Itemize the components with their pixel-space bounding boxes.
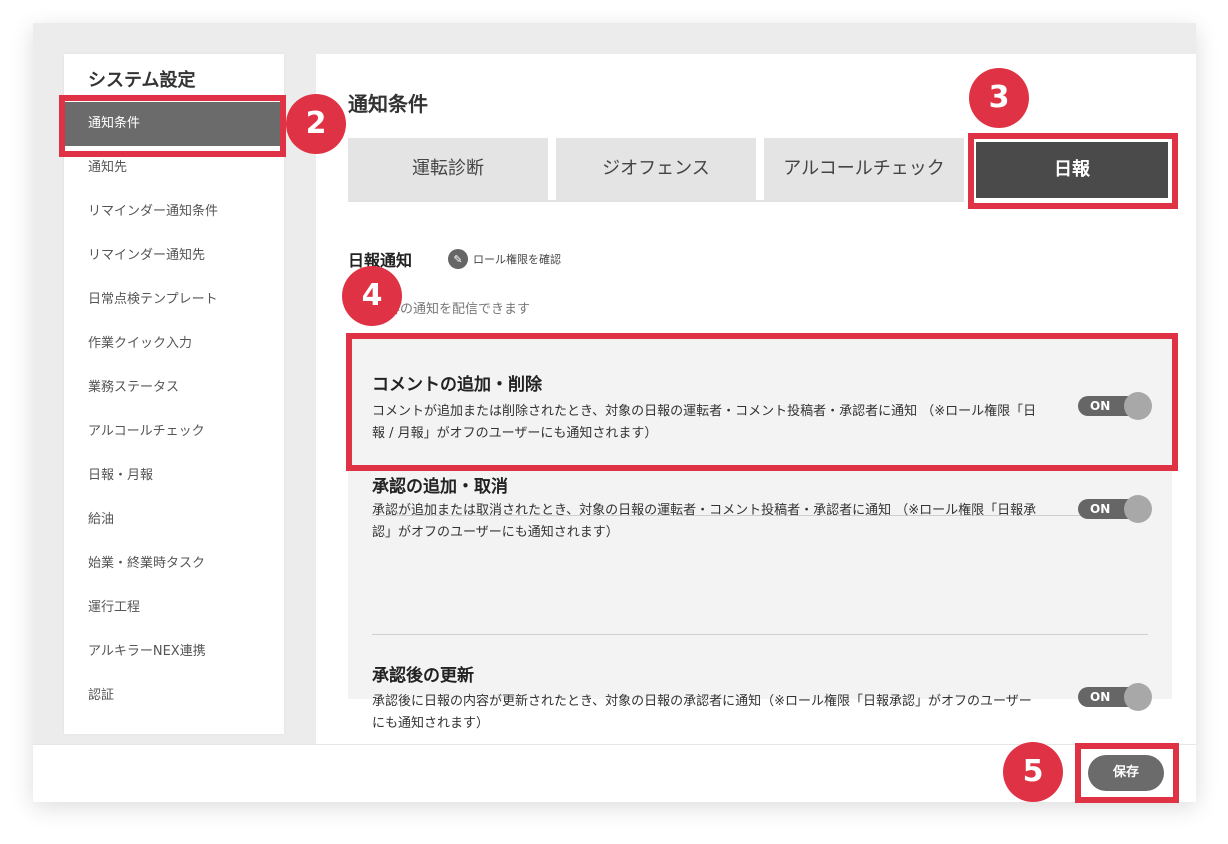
save-button[interactable]: 保存	[1088, 755, 1164, 791]
role-permission-link[interactable]: ✎ ロール権限を確認	[448, 249, 561, 269]
step-badge-4: 4	[342, 266, 402, 326]
setting-row: コメントの追加・削除 コメントが追加または削除されたとき、対象の日報の運転者・コ…	[372, 337, 1152, 467]
tab-divider	[348, 200, 964, 202]
sidebar: システム設定 通知条件 通知先 リマインダー通知条件 リマインダー通知先 日常点…	[64, 54, 284, 734]
role-permission-label: ロール権限を確認	[473, 253, 561, 266]
sidebar-item-alcohol-check[interactable]: アルコールチェック	[64, 410, 284, 454]
sidebar-item-start-end-tasks[interactable]: 始業・終業時タスク	[64, 542, 284, 586]
tab-driving-diagnosis[interactable]: 運転診断	[348, 138, 548, 200]
step-badge-5: 5	[1003, 742, 1063, 802]
setting-title: コメントの追加・削除	[372, 375, 542, 395]
step-badge-3: 3	[969, 68, 1029, 128]
sidebar-item-alkiller-nex[interactable]: アルキラーNEX連携	[64, 630, 284, 674]
sidebar-item-daily-monthly-report[interactable]: 日報・月報	[64, 454, 284, 498]
sidebar-item-refueling[interactable]: 給油	[64, 498, 284, 542]
toggle-knob	[1124, 392, 1152, 420]
sidebar-item-quick-work-input[interactable]: 作業クイック入力	[64, 322, 284, 366]
toggle-knob	[1124, 683, 1152, 711]
setting-description: 承認が追加または取消されたとき、対象の日報の運転者・コメント投稿者・承認者に通知…	[372, 503, 1037, 540]
setting-row: 承認後の更新 承認後に日報の内容が更新されたとき、対象の日報の承認者に通知（※ロ…	[372, 587, 1152, 731]
pencil-icon: ✎	[448, 249, 468, 269]
tab-geofence[interactable]: ジオフェンス	[556, 138, 756, 200]
setting-description: 承認後に日報の内容が更新されたとき、対象の日報の承認者に通知（※ロール権限「日報…	[372, 694, 1032, 731]
setting-title: 承認後の更新	[372, 666, 474, 686]
sidebar-item-notification-conditions[interactable]: 通知条件	[64, 102, 284, 146]
sidebar-item-reminder-recipients[interactable]: リマインダー通知先	[64, 234, 284, 278]
post-approval-update-toggle[interactable]: ON	[1078, 683, 1152, 711]
comment-notification-toggle[interactable]: ON	[1078, 392, 1152, 420]
main-panel: 通知条件 運転診断 ジオフェンス アルコールチェック 日報 日報通知 ✎ ロール…	[316, 54, 1196, 744]
sidebar-item-notification-recipients[interactable]: 通知先	[64, 146, 284, 190]
sidebar-item-operation-process[interactable]: 運行工程	[64, 586, 284, 630]
toggle-label: ON	[1090, 502, 1111, 516]
sidebar-item-work-status[interactable]: 業務ステータス	[64, 366, 284, 410]
sidebar-item-authentication[interactable]: 認証	[64, 674, 284, 718]
toggle-knob	[1124, 495, 1152, 523]
tab-alcohol-check[interactable]: アルコールチェック	[764, 138, 964, 200]
toggle-label: ON	[1090, 399, 1111, 413]
sidebar-item-reminder-conditions[interactable]: リマインダー通知条件	[64, 190, 284, 234]
toggle-label: ON	[1090, 690, 1111, 704]
page-title: 通知条件	[348, 92, 428, 116]
approval-notification-toggle[interactable]: ON	[1078, 495, 1152, 523]
setting-title: 承認の追加・取消	[372, 477, 508, 497]
settings-list: コメントの追加・削除 コメントが追加または削除されたとき、対象の日報の運転者・コ…	[348, 337, 1172, 731]
setting-row: 承認の追加・取消 承認が追加または取消されたとき、対象の日報の運転者・コメント投…	[372, 467, 1152, 597]
setting-description: コメントが追加または削除されたとき、対象の日報の運転者・コメント投稿者・承認者に…	[372, 404, 1037, 441]
tab-daily-report[interactable]: 日報	[976, 142, 1168, 198]
step-badge-2: 2	[286, 94, 346, 154]
sidebar-item-daily-inspection-template[interactable]: 日常点検テンプレート	[64, 278, 284, 322]
sidebar-title: システム設定	[88, 70, 196, 91]
